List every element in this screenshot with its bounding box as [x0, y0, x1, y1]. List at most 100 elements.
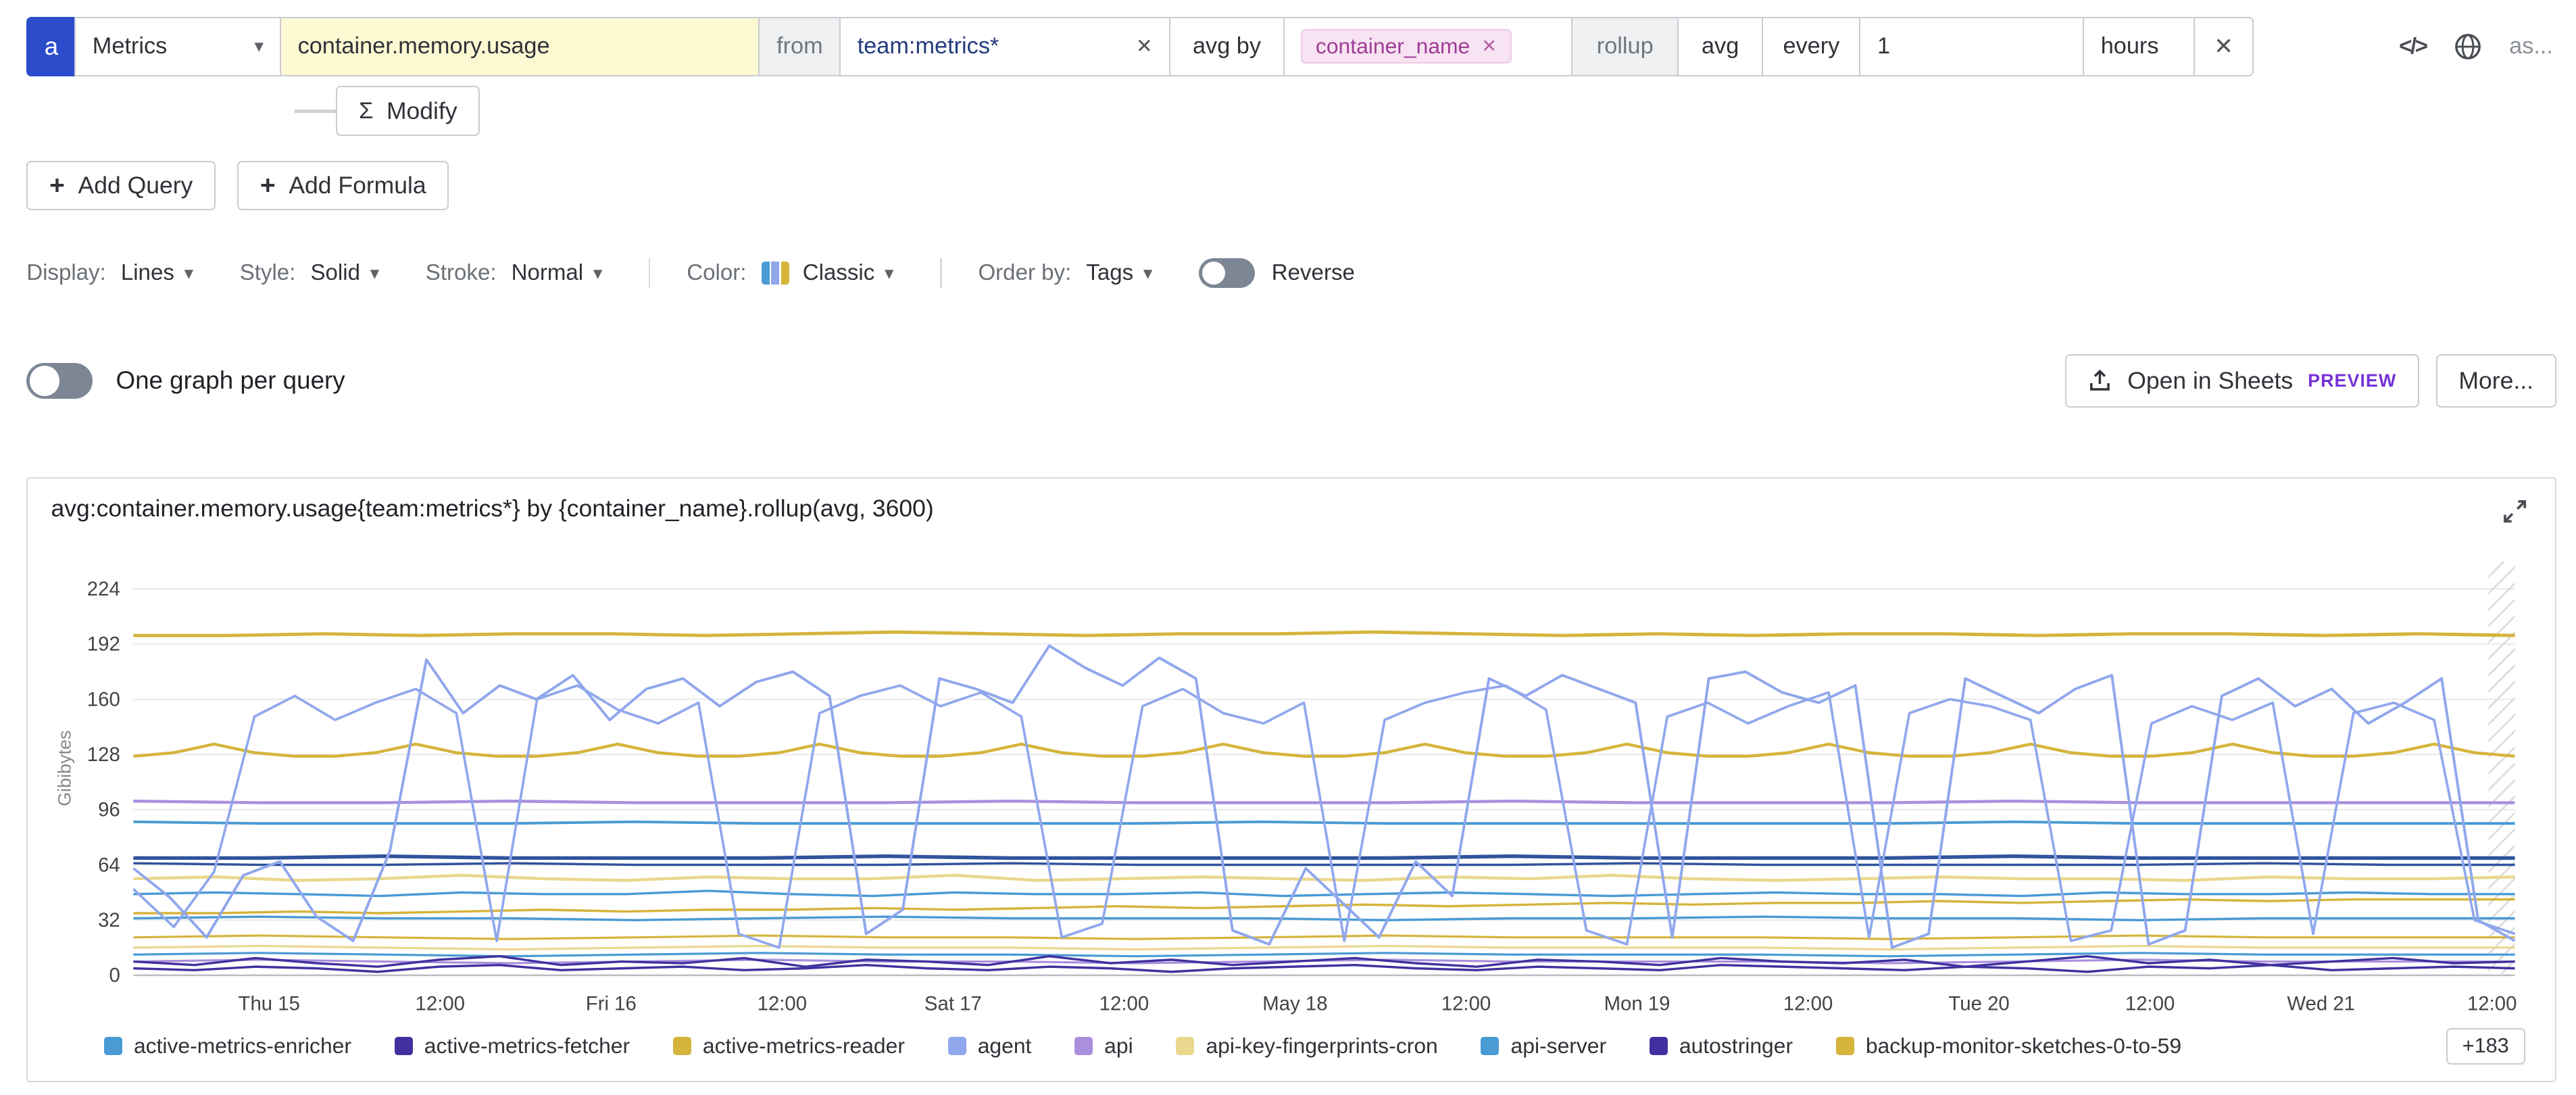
modify-button[interactable]: Σ Modify [336, 86, 480, 136]
display-dropdown[interactable]: Display: Lines ▾ [26, 260, 193, 286]
legend-swatch [1176, 1037, 1194, 1055]
order-by-value: Tags [1086, 260, 1133, 286]
legend-item[interactable]: api-key-fingerprints-cron [1176, 1033, 1437, 1058]
stroke-label: Stroke: [426, 260, 497, 286]
from-label: from [758, 17, 841, 76]
metric-input[interactable]: container.memory.usage [280, 17, 760, 76]
series-line[interactable] [134, 891, 2515, 896]
color-value: Classic [803, 260, 875, 286]
group-by-tag-pill[interactable]: container_name ✕ [1301, 29, 1511, 64]
display-options-row: Display: Lines ▾ Style: Solid ▾ Stroke: … [26, 258, 2556, 288]
interval-value-input[interactable]: 1 [1859, 17, 2084, 76]
legend-item[interactable]: api-server [1481, 1033, 1606, 1058]
series-line[interactable] [134, 946, 2515, 949]
chevron-down-icon: ▾ [370, 263, 380, 284]
clear-scope-icon[interactable]: ✕ [1136, 34, 1153, 58]
legend-item[interactable]: agent [948, 1033, 1032, 1058]
graph-actions: Open in Sheets PREVIEW More... [2065, 354, 2556, 407]
legend-item[interactable]: active-metrics-fetcher [395, 1033, 630, 1058]
series-line[interactable] [134, 801, 2515, 802]
add-formula-button[interactable]: + Add Formula [237, 161, 449, 211]
expand-graph-button[interactable] [2499, 495, 2532, 535]
every-label: every [1762, 17, 1861, 76]
chevron-down-icon: ▾ [593, 263, 603, 284]
reverse-label: Reverse [1272, 260, 1355, 286]
interval-unit-dropdown[interactable]: hours [2083, 17, 2196, 76]
series-line[interactable] [134, 965, 2515, 972]
timeseries-chart[interactable]: 0326496128160192224Thu 1512:00Fri 1612:0… [51, 541, 2531, 1025]
y-tick-label: 128 [87, 744, 120, 766]
order-by-dropdown[interactable]: Order by: Tags ▾ [978, 260, 1152, 286]
one-graph-per-query-label: One graph per query [116, 366, 345, 395]
chevron-down-icon: ▾ [885, 263, 894, 284]
x-tick-label: 12:00 [1099, 992, 1149, 1015]
legend-items: active-metrics-enricher active-metrics-fe… [104, 1033, 2181, 1058]
x-tick-label: Thu 15 [239, 992, 300, 1015]
x-tick-label: 12:00 [2125, 992, 2175, 1015]
add-formula-label: Add Formula [289, 172, 426, 199]
legend-overflow-badge[interactable]: +183 [2446, 1028, 2525, 1065]
globe-icon[interactable] [2453, 32, 2483, 62]
query-bar: a Metrics ▾ container.memory.usage from … [26, 17, 2556, 76]
legend-item[interactable]: api [1074, 1033, 1133, 1058]
stroke-value: Normal [512, 260, 584, 286]
group-by-field[interactable]: container_name ✕ [1283, 17, 1573, 76]
query-letter-badge[interactable]: a [26, 17, 76, 76]
legend-item[interactable]: backup-monitor-sketches-0-to-59 [1836, 1033, 2181, 1058]
reverse-toggle[interactable] [1199, 258, 1255, 288]
code-icon[interactable]: </> [2399, 34, 2426, 59]
more-button[interactable]: More... [2436, 354, 2556, 407]
remove-rollup-icon[interactable]: ✕ [2194, 17, 2253, 76]
legend-label: active-metrics-reader [703, 1033, 905, 1058]
source-dropdown[interactable]: Metrics ▾ [74, 17, 281, 76]
chevron-down-icon: ▾ [1143, 263, 1153, 284]
legend-item[interactable]: autostringer [1650, 1033, 1793, 1058]
y-tick-label: 192 [87, 633, 120, 655]
stroke-dropdown[interactable]: Stroke: Normal ▾ [426, 260, 603, 286]
series-line[interactable] [134, 875, 2515, 881]
series-line[interactable] [134, 863, 2515, 865]
one-graph-toggle-group: One graph per query [26, 363, 345, 399]
style-label: Style: [240, 260, 296, 286]
y-tick-label: 32 [99, 909, 121, 931]
x-tick-label: May 18 [1263, 992, 1328, 1015]
one-graph-per-query-toggle[interactable] [26, 363, 93, 399]
series-line[interactable] [134, 935, 2515, 939]
legend-label: agent [978, 1033, 1032, 1058]
series-line[interactable] [134, 856, 2515, 858]
scope-input[interactable]: team:metrics* ✕ [839, 17, 1170, 76]
rollup-fn-dropdown[interactable]: avg [1677, 17, 1763, 76]
legend-label: autostringer [1679, 1033, 1793, 1058]
legend-label: api-key-fingerprints-cron [1206, 1033, 1437, 1058]
legend-item[interactable]: active-metrics-enricher [104, 1033, 351, 1058]
legend-swatch [1650, 1037, 1668, 1055]
legend-swatch [1836, 1037, 1854, 1055]
more-button-label: More... [2458, 367, 2533, 395]
rollup-label: rollup [1571, 17, 1679, 76]
x-tick-label: 12:00 [758, 992, 807, 1015]
series-line[interactable] [134, 632, 2515, 635]
scope-input-value: team:metrics* [858, 33, 999, 59]
modify-button-label: Modify [387, 97, 457, 125]
avg-by-label: avg by [1169, 17, 1285, 76]
chart-header: avg:container.memory.usage{team:metrics*… [51, 495, 2531, 535]
export-icon [2087, 368, 2112, 393]
series-line[interactable] [134, 685, 2515, 948]
as-label[interactable]: as... [2509, 33, 2553, 59]
legend-swatch [1481, 1037, 1499, 1055]
chevron-down-icon: ▾ [184, 263, 194, 284]
open-in-sheets-button[interactable]: Open in Sheets PREVIEW [2065, 354, 2419, 407]
incomplete-data-hatch [2489, 561, 2515, 975]
add-query-button[interactable]: + Add Query [26, 161, 216, 211]
y-tick-label: 96 [99, 798, 121, 821]
x-tick-label: Wed 21 [2287, 992, 2356, 1015]
x-tick-label: Mon 19 [1604, 992, 1670, 1015]
add-query-label: Add Query [78, 172, 193, 199]
display-value: Lines [121, 260, 174, 286]
style-dropdown[interactable]: Style: Solid ▾ [240, 260, 380, 286]
legend-swatch [1074, 1037, 1093, 1055]
chevron-down-icon: ▾ [254, 36, 264, 57]
legend-item[interactable]: active-metrics-reader [673, 1033, 905, 1058]
remove-tag-icon[interactable]: ✕ [1481, 36, 1497, 57]
color-dropdown[interactable]: Color: Classic ▾ [687, 260, 893, 286]
